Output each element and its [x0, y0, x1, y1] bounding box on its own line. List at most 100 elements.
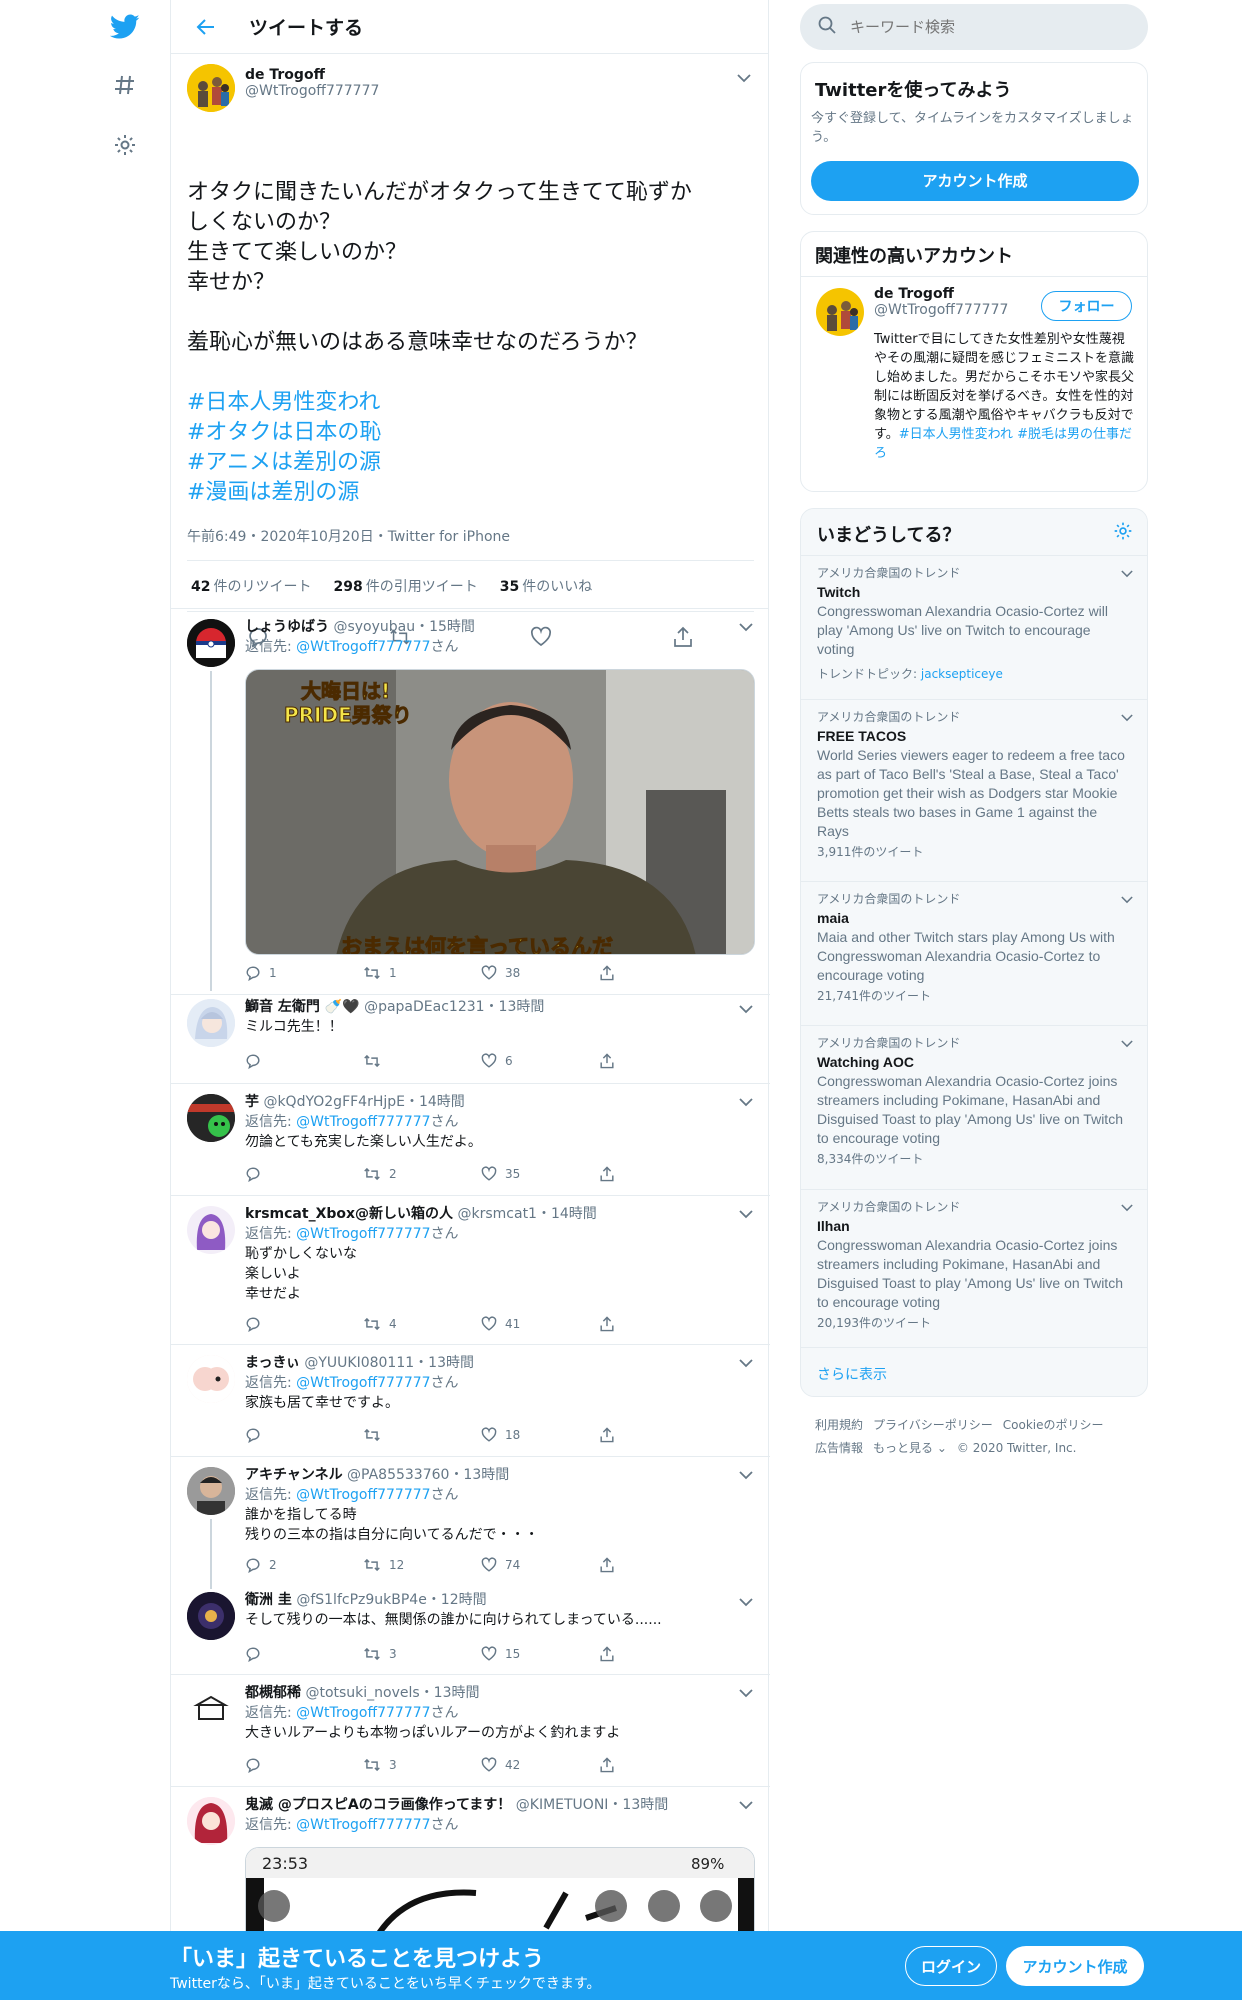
share-button[interactable] — [599, 1757, 717, 1773]
reply-author-name[interactable]: krsmcat_Xbox@新しい箱の人 — [245, 1206, 453, 1222]
hashtag-link[interactable]: #漫画は差別の源 — [187, 478, 747, 508]
like-button[interactable]: 41 — [481, 1316, 599, 1332]
retweet-stat[interactable]: 42 件のリツイート — [191, 576, 311, 596]
trend-item[interactable]: アメリカ合衆国のトレンド maia Maia and other Twitch … — [801, 881, 1147, 1025]
reply-author-handle[interactable]: @krsmcat1 — [458, 1206, 537, 1222]
reply-button[interactable] — [245, 1166, 363, 1182]
reply-tweet[interactable]: 芋 @kQdYO2gFF4rHjpE・14時間 返信先: @WtTrogoff7… — [171, 1084, 770, 1196]
chevron-down-icon[interactable] — [736, 1204, 756, 1224]
chevron-down-icon[interactable] — [1117, 1034, 1137, 1054]
reply-button[interactable] — [245, 1646, 363, 1662]
reply-author-name[interactable]: 衛洲 圭 — [245, 1592, 292, 1608]
retweet-button[interactable]: 3 — [363, 1757, 481, 1773]
reply-time[interactable]: ・14時間 — [537, 1206, 597, 1222]
reply-author-name[interactable]: アキチャンネル — [245, 1467, 343, 1483]
avatar[interactable] — [187, 1206, 235, 1254]
footer-ads-link[interactable]: 広告情報 — [815, 1441, 863, 1455]
twitter-logo-icon[interactable] — [110, 12, 140, 42]
reply-time[interactable]: ・13時間 — [449, 1467, 509, 1483]
reply-time[interactable]: ・14時間 — [405, 1094, 465, 1110]
avatar[interactable] — [187, 1797, 235, 1845]
search-input[interactable] — [850, 18, 1110, 36]
reply-tweet[interactable]: krsmcat_Xbox@新しい箱の人 @krsmcat1・14時間 返信先: … — [171, 1196, 770, 1345]
chevron-down-icon[interactable] — [736, 1683, 756, 1703]
reply-tweet[interactable]: 都槻郁稀 @totsuki_novels・13時間 返信先: @WtTrogof… — [171, 1675, 770, 1787]
avatar[interactable] — [187, 1592, 235, 1640]
trend-item[interactable]: アメリカ合衆国のトレンド Watching AOC Congresswoman … — [801, 1025, 1147, 1189]
like-button[interactable]: 42 — [481, 1757, 599, 1773]
related-handle[interactable]: @WtTrogoff777777 — [874, 302, 1008, 318]
share-button[interactable] — [599, 1557, 717, 1573]
chevron-down-icon[interactable] — [1117, 564, 1137, 584]
mention-link[interactable]: @WtTrogoff777777 — [296, 1487, 430, 1503]
reply-author-handle[interactable]: @PA85533760 — [347, 1467, 449, 1483]
retweet-button[interactable] — [363, 1053, 481, 1069]
mention-link[interactable]: @WtTrogoff777777 — [296, 639, 430, 655]
chevron-down-icon[interactable] — [1117, 1198, 1137, 1218]
retweet-button[interactable]: 2 — [363, 1166, 481, 1182]
reply-time[interactable]: ・13時間 — [608, 1797, 668, 1813]
mention-link[interactable]: @WtTrogoff777777 — [296, 1226, 430, 1242]
reply-media-image[interactable]: 大晦日は! PRIDE男祭り おまえは何を言っているんだ — [245, 669, 755, 955]
reply-author-handle[interactable]: @KIMETUONI — [516, 1797, 609, 1813]
share-button[interactable] — [599, 1427, 717, 1443]
reply-time[interactable]: ・12時間 — [427, 1592, 487, 1608]
reply-author-name[interactable]: 芋 — [245, 1094, 259, 1110]
chevron-down-icon[interactable] — [736, 617, 756, 637]
tweet-timestamp[interactable]: 午前6:49・2020年10月20日・Twitter for iPhone — [187, 526, 510, 546]
retweet-button[interactable]: 1 — [363, 965, 481, 981]
mention-link[interactable]: @WtTrogoff777777 — [296, 1114, 430, 1130]
search-box[interactable] — [800, 4, 1148, 50]
mention-link[interactable]: @WtTrogoff777777 — [296, 1705, 430, 1721]
like-button[interactable]: 18 — [481, 1427, 599, 1443]
share-button[interactable] — [599, 1646, 717, 1662]
reply-author-name[interactable]: まっきぃ — [245, 1355, 300, 1371]
reply-tweet[interactable]: 鰤音 左衛門 🍼🖤 @papaDEac1231・13時間 ミルコ先生！！ 6 — [171, 995, 770, 1084]
chevron-down-icon[interactable] — [1117, 890, 1137, 910]
trend-topic-link[interactable]: jacksepticeye — [921, 667, 1003, 681]
trend-item[interactable]: アメリカ合衆国のトレンド Twitch Congresswoman Alexan… — [801, 555, 1147, 699]
reply-time[interactable]: ・13時間 — [485, 999, 545, 1015]
reply-author-handle[interactable]: @YUUKI080111 — [304, 1355, 414, 1371]
author-handle[interactable]: @WtTrogoff777777 — [245, 83, 379, 99]
hashtag-link[interactable]: #オタクは日本の恥 — [187, 418, 747, 448]
share-button[interactable] — [599, 1316, 717, 1332]
like-button[interactable]: 6 — [481, 1053, 599, 1069]
author-name[interactable]: de Trogoff — [245, 67, 379, 83]
explore-hashtag-icon[interactable] — [110, 70, 140, 100]
avatar[interactable] — [187, 1685, 235, 1733]
mention-link[interactable]: @WtTrogoff777777 — [296, 1375, 430, 1391]
trend-item[interactable]: アメリカ合衆国のトレンド FREE TACOS World Series vie… — [801, 699, 1147, 881]
trends-settings-gear-icon[interactable] — [1113, 521, 1133, 545]
reply-button[interactable]: 1 — [245, 965, 363, 981]
hashtag-link[interactable]: #アニメは差別の源 — [187, 448, 747, 478]
reply-tweet[interactable]: 衛洲 圭 @fS1lfcPz9ukBP4e・12時間 そして残りの一本は、無関係… — [171, 1586, 770, 1675]
avatar[interactable] — [187, 999, 235, 1047]
reply-author-name[interactable]: 都槻郁稀 — [245, 1685, 301, 1701]
retweet-button[interactable] — [363, 1427, 481, 1443]
hashtag-link[interactable]: #日本人男性変われ — [187, 388, 747, 418]
back-arrow-icon[interactable] — [191, 12, 221, 42]
share-button[interactable] — [599, 1166, 717, 1182]
chevron-down-icon[interactable] — [1117, 708, 1137, 728]
footer-cookie-link[interactable]: Cookieのポリシー — [1003, 1418, 1104, 1432]
quote-stat[interactable]: 298 件の引用ツイート — [333, 576, 477, 596]
reply-author-handle[interactable]: @kQdYO2gFF4rHjpE — [263, 1094, 405, 1110]
mention-link[interactable]: @WtTrogoff777777 — [296, 1817, 430, 1833]
create-account-button[interactable]: アカウント作成 — [811, 161, 1139, 201]
footer-privacy-link[interactable]: プライバシーポリシー — [873, 1418, 993, 1432]
reply-tweet[interactable]: 鬼滅 @プロスピAのコラ画像作ってます！ @KIMETUONI・13時間 返信先… — [171, 1787, 770, 1937]
settings-gear-icon[interactable] — [110, 130, 140, 160]
avatar[interactable] — [187, 619, 235, 667]
reply-time[interactable]: ・13時間 — [414, 1355, 474, 1371]
chevron-down-icon[interactable] — [736, 1465, 756, 1485]
retweet-button[interactable]: 4 — [363, 1316, 481, 1332]
avatar[interactable] — [187, 64, 235, 112]
like-button[interactable]: 38 — [481, 965, 599, 981]
retweet-button[interactable]: 3 — [363, 1646, 481, 1662]
avatar[interactable] — [816, 288, 864, 336]
avatar[interactable] — [187, 1355, 235, 1403]
related-bio-hashtags[interactable]: #日本人男性変われ #脱毛は男の仕事だろ — [874, 427, 1132, 461]
share-button[interactable] — [599, 965, 717, 981]
reply-time[interactable]: ・15時間 — [415, 619, 475, 635]
